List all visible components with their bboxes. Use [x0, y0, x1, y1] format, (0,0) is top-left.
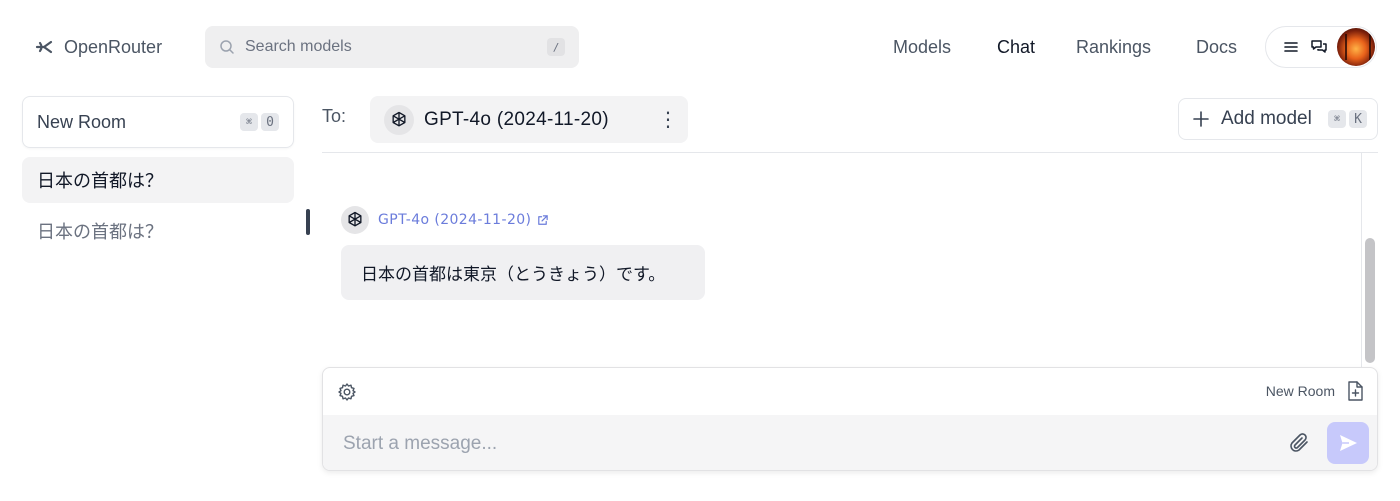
search-input[interactable]: Search models: [245, 38, 537, 56]
new-room-button[interactable]: New Room ⌘ 0: [22, 96, 294, 148]
add-model-button[interactable]: Add model ⌘ K: [1178, 98, 1378, 140]
openrouter-logo-icon: [35, 40, 53, 54]
room-item[interactable]: 日本の首都は？: [22, 208, 294, 254]
to-label: To:: [322, 106, 347, 126]
search-shortcut-key: /: [547, 38, 565, 56]
menu-icon: [1284, 42, 1298, 52]
toolbar-divider: [322, 152, 1378, 153]
selected-model-chip[interactable]: GPT-4o (2024-11-20) ⋮: [370, 96, 688, 143]
message-input[interactable]: [343, 432, 1357, 455]
message-composer: New Room: [322, 367, 1378, 471]
scrollbar[interactable]: [1365, 238, 1375, 363]
send-button[interactable]: [1327, 422, 1369, 464]
send-icon: [1340, 435, 1357, 451]
assistant-message: 日本の首都は東京（とうきょう）です。: [341, 245, 705, 300]
command-key: ⌘: [240, 113, 258, 131]
search-icon: [220, 40, 234, 54]
sidebar-resize-handle[interactable]: [306, 209, 310, 235]
nav-rankings[interactable]: Rankings: [1076, 34, 1151, 60]
chat-bubbles-icon: [1311, 40, 1327, 53]
more-options-icon[interactable]: ⋮: [658, 109, 678, 131]
selected-model-name: GPT-4o (2024-11-20): [424, 108, 609, 130]
logo-text: OpenRouter: [64, 36, 163, 57]
add-model-label: Add model: [1221, 108, 1312, 129]
composer-room-label: New Room: [1265, 383, 1335, 399]
new-file-icon[interactable]: [1345, 380, 1365, 402]
room-item-active[interactable]: 日本の首都は？: [22, 157, 294, 203]
composer-input-area: [323, 415, 1377, 470]
model-search[interactable]: Search models /: [205, 26, 579, 68]
user-menu[interactable]: [1265, 26, 1377, 68]
message-header: GPT-4o (2024-11-20): [341, 206, 549, 234]
zero-key: 0: [261, 113, 279, 131]
k-key: K: [1349, 110, 1367, 128]
message-model-link[interactable]: GPT-4o (2024-11-20): [378, 212, 531, 228]
openai-icon: [341, 206, 369, 234]
new-room-shortcut: ⌘ 0: [240, 113, 279, 131]
openrouter-logo[interactable]: OpenRouter: [34, 34, 162, 60]
add-model-shortcut: ⌘ K: [1328, 110, 1367, 128]
openai-icon: [384, 104, 414, 135]
composer-toolbar: New Room: [323, 368, 1377, 415]
nav-models[interactable]: Models: [893, 34, 951, 60]
paperclip-icon[interactable]: [1287, 431, 1311, 455]
plus-icon: [1193, 111, 1209, 127]
nav-chat[interactable]: Chat: [997, 34, 1035, 60]
new-room-label: New Room: [37, 111, 127, 132]
nav-docs[interactable]: Docs: [1196, 34, 1237, 60]
external-link-icon[interactable]: [536, 214, 549, 227]
gear-icon[interactable]: [337, 382, 357, 402]
command-key: ⌘: [1328, 110, 1346, 128]
avatar[interactable]: [1337, 28, 1375, 66]
scrollbar-track: [1361, 153, 1362, 367]
